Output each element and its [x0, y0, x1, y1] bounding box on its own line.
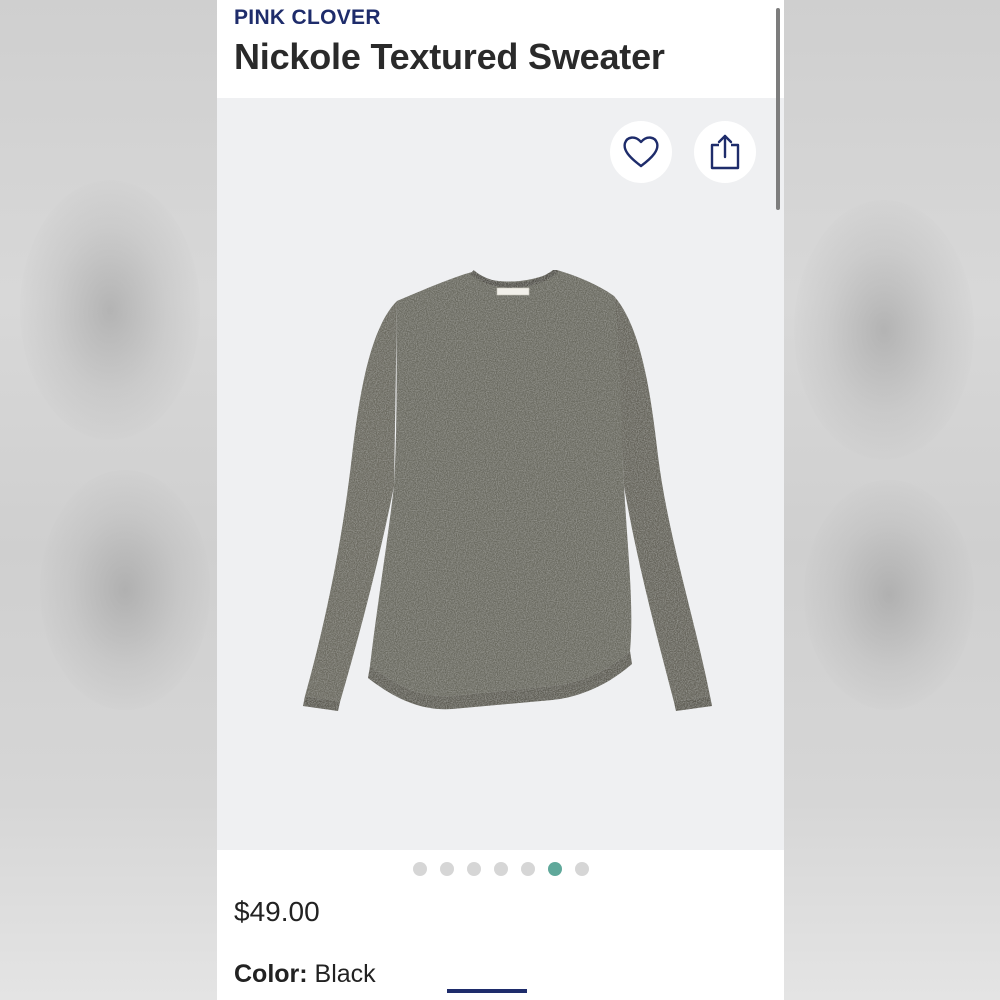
product-header: PINK CLOVER Nickole Textured Sweater [217, 0, 784, 98]
color-label: Color: [234, 960, 315, 988]
carousel-dot-active[interactable] [547, 862, 562, 876]
color-value: Black [314, 960, 376, 988]
carousel-dot[interactable] [520, 862, 535, 876]
selected-swatch-indicator[interactable] [447, 989, 527, 993]
product-price: $49.00 [234, 896, 320, 927]
share-icon [710, 134, 740, 170]
share-button[interactable] [694, 121, 756, 183]
carousel-dot[interactable] [574, 862, 589, 876]
product-photo-sweater [303, 268, 712, 711]
right-blur-backdrop [784, 0, 1000, 1000]
scrollbar[interactable] [776, 8, 780, 210]
product-title: Nickole Textured Sweater [234, 36, 665, 77]
brand-name[interactable]: PINK CLOVER [234, 6, 381, 30]
carousel-pagination [217, 862, 784, 878]
heart-outline-icon [623, 136, 659, 168]
carousel-dot[interactable] [466, 862, 481, 876]
carousel-dot[interactable] [412, 862, 427, 876]
carousel-dot[interactable] [493, 862, 508, 876]
color-selection-row: Color: Black [234, 960, 376, 989]
product-screen: PINK CLOVER Nickole Textured Sweater $49… [217, 0, 784, 1000]
product-image-carousel[interactable] [217, 98, 784, 850]
carousel-dot[interactable] [439, 862, 454, 876]
left-blur-backdrop [0, 0, 217, 1000]
favorite-button[interactable] [610, 121, 672, 183]
